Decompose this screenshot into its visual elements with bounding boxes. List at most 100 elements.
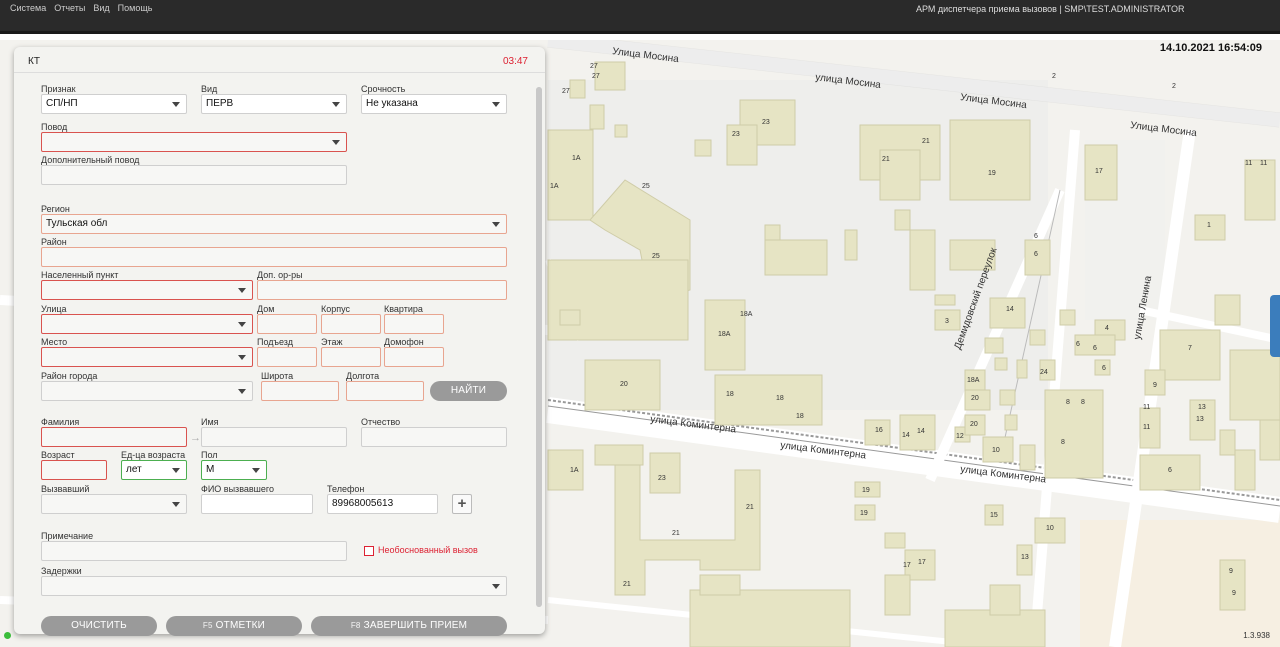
lon-field[interactable] [346, 381, 424, 401]
street-select[interactable] [41, 314, 253, 334]
marks-hotkey: F5 [202, 621, 213, 630]
caller-fio-field[interactable] [201, 494, 313, 514]
house-number: 8 [1081, 399, 1085, 406]
house-number: 2 [1052, 73, 1056, 80]
form-scrollbar[interactable] [536, 87, 542, 607]
add-phone-button[interactable]: + [452, 494, 472, 514]
menu-reports[interactable]: Отчеты [54, 3, 85, 13]
dom-field[interactable] [257, 314, 317, 334]
patronymic-field[interactable] [361, 427, 507, 447]
map-side-panel-toggle[interactable] [1270, 295, 1280, 357]
age-unit-label: Ед-ца возраста [121, 450, 186, 460]
chevron-down-icon [492, 222, 500, 227]
finish-intake-button[interactable]: F8 ЗАВЕРШИТЬ ПРИЕМ [311, 616, 507, 636]
house-number: 16 [875, 427, 883, 434]
rayon-field[interactable] [41, 247, 507, 267]
podezd-label: Подъезд [257, 337, 293, 347]
menu-help[interactable]: Помощь [118, 3, 153, 13]
surname-field[interactable] [41, 427, 187, 447]
mesto-select[interactable] [41, 347, 253, 367]
house-number: 27 [592, 73, 600, 80]
surname-label: Фамилия [41, 417, 80, 427]
house-number: 19 [860, 510, 868, 517]
kvartira-label: Квартира [384, 304, 423, 314]
chevron-down-icon [332, 102, 340, 107]
clear-button[interactable]: ОЧИСТИТЬ [41, 616, 157, 636]
age-unit-select[interactable]: лет [121, 460, 187, 480]
chevron-down-icon [332, 140, 340, 145]
sex-select[interactable]: М [201, 460, 267, 480]
phone-field[interactable]: 89968005613 [327, 494, 438, 514]
scrollbar-thumb[interactable] [536, 87, 542, 607]
form-header: КТ [28, 56, 40, 67]
house-number: 20 [970, 421, 978, 428]
house-number: 18A [718, 331, 731, 338]
chevron-down-icon [172, 468, 180, 473]
note-field[interactable] [41, 541, 347, 561]
house-number: 1A [550, 183, 559, 190]
house-number: 6 [1034, 233, 1038, 240]
vid-select[interactable]: ПЕРВ [201, 94, 347, 114]
house-number: 11 [1143, 424, 1150, 431]
name-field[interactable] [201, 427, 347, 447]
domofon-label: Домофон [384, 337, 424, 347]
app-version: 1.3.938 [1243, 631, 1270, 640]
podezd-field[interactable] [257, 347, 317, 367]
povod-label: Повод [41, 122, 68, 132]
city-district-label: Район города [41, 371, 98, 381]
rayon-label: Район [41, 237, 67, 247]
call-timer: 03:47 [502, 56, 528, 67]
dop-orry-label: Доп. ор-ры [257, 270, 303, 280]
house-number: 6 [1102, 365, 1106, 372]
city-district-select[interactable] [41, 381, 253, 401]
menu-view[interactable]: Вид [93, 3, 109, 13]
age-field[interactable] [41, 460, 107, 480]
house-number: 17 [1095, 168, 1103, 175]
kvartira-field[interactable] [384, 314, 444, 334]
connection-status-icon [4, 632, 11, 639]
note-label: Примечание [41, 531, 94, 541]
house-number: 1A [570, 467, 579, 474]
house-number: 17 [918, 559, 926, 566]
house-number: 25 [642, 183, 650, 190]
caller-select[interactable] [41, 494, 187, 514]
house-number: 14 [902, 432, 910, 439]
priznak-select[interactable]: СП/НП [41, 94, 187, 114]
marks-button[interactable]: F5 ОТМЕТКИ [166, 616, 302, 636]
app-title-bar: Система Отчеты Вид Помощь АРМ диспетчера… [0, 0, 1280, 34]
plus-icon: + [457, 495, 467, 512]
dop-povod-field[interactable] [41, 165, 347, 185]
urgency-value: Не указана [366, 98, 418, 109]
house-number: 27 [562, 88, 570, 95]
house-number: 9 [1232, 590, 1236, 597]
delays-select[interactable] [41, 576, 507, 596]
chevron-down-icon [492, 584, 500, 589]
street-label: Улица [41, 304, 67, 314]
marks-label: ОТМЕТКИ [215, 620, 266, 631]
house-number: 24 [1040, 369, 1048, 376]
urgency-select[interactable]: Не указана [361, 94, 507, 114]
np-select[interactable] [41, 280, 253, 300]
dop-orry-field[interactable] [257, 280, 507, 300]
house-number: 21 [922, 138, 930, 145]
lat-field[interactable] [261, 381, 339, 401]
house-number: 25 [652, 253, 660, 260]
region-select[interactable]: Тульская обл [41, 214, 507, 234]
call-intake-form: КТ 03:47 Признак СП/НП Вид ПЕРВ Срочност… [14, 47, 545, 636]
house-number: 15 [990, 512, 998, 519]
menu-system[interactable]: Система [10, 3, 46, 13]
np-label: Населенный пункт [41, 270, 119, 280]
povod-select[interactable] [41, 132, 347, 152]
header-divider [14, 72, 545, 73]
app-title: АРМ диспетчера приема вызовов | SMP\TEST… [916, 4, 1185, 14]
lat-label: Широта [261, 371, 294, 381]
domofon-field[interactable] [384, 347, 444, 367]
unjustified-checkbox[interactable] [364, 546, 374, 556]
find-button[interactable]: НАЙТИ [430, 381, 507, 401]
house-number: 13 [1196, 416, 1204, 423]
etazh-field[interactable] [321, 347, 381, 367]
house-number: 10 [1046, 525, 1054, 532]
dop-povod-label: Дополнительный повод [41, 155, 140, 165]
unjustified-label[interactable]: Необоснованный вызов [378, 545, 478, 555]
korpus-field[interactable] [321, 314, 381, 334]
